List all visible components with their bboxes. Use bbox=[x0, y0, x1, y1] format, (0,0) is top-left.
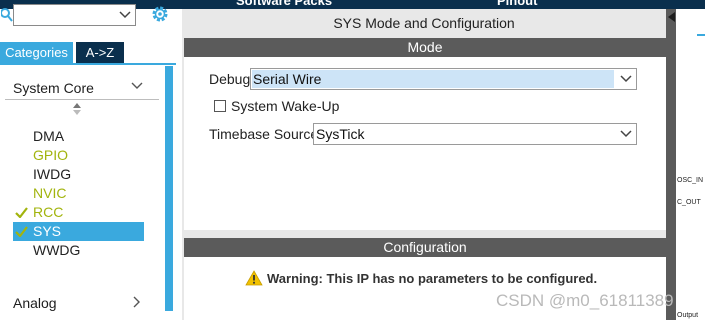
chevron-down-icon bbox=[131, 82, 143, 89]
pinout-view bbox=[676, 9, 705, 320]
category-header-analog[interactable]: Analog bbox=[0, 292, 163, 312]
timebase-label: Timebase Source bbox=[209, 126, 319, 142]
sidebar-item-label: IWDG bbox=[33, 166, 72, 182]
panel-splitter[interactable] bbox=[666, 9, 676, 320]
sidebar-item-label: SYS bbox=[33, 223, 62, 239]
sidebar-item-gpio[interactable]: GPIO bbox=[13, 146, 144, 165]
watermark: CSDN @m0_61811389 bbox=[496, 291, 674, 310]
search-input[interactable] bbox=[13, 4, 136, 26]
sidebar-item-label: RCC bbox=[33, 204, 64, 220]
chevron-down-icon[interactable] bbox=[619, 73, 633, 85]
system-wakeup-label: System Wake-Up bbox=[231, 98, 340, 114]
system-wakeup-checkbox[interactable] bbox=[214, 100, 226, 112]
checkmark-icon bbox=[15, 207, 28, 218]
debug-label: Debug bbox=[209, 71, 251, 87]
category-header-system-core[interactable]: System Core bbox=[0, 68, 163, 98]
tab-a-z[interactable]: A->Z bbox=[76, 42, 124, 63]
warning-message: Warning: This IP has no parameters to be… bbox=[267, 271, 598, 286]
sidebar-scrollbar[interactable] bbox=[165, 66, 173, 311]
tab-software-packs[interactable]: Software Packs bbox=[236, 0, 332, 8]
chevron-right-icon bbox=[133, 296, 140, 308]
category-label: Analog bbox=[13, 295, 57, 311]
debug-value: Serial Wire bbox=[253, 71, 322, 87]
category-label: System Core bbox=[13, 80, 94, 96]
sidebar-item-iwdg[interactable]: IWDG bbox=[13, 165, 144, 184]
search-icon bbox=[1, 8, 13, 22]
checkmark-icon bbox=[15, 226, 28, 237]
pin-label: C_OUT bbox=[677, 199, 701, 206]
pin-label: OSC_IN bbox=[677, 177, 704, 184]
sidebar-item-label: DMA bbox=[33, 128, 65, 144]
panel-title: SYS Mode and Configuration bbox=[333, 15, 515, 31]
sort-icon[interactable] bbox=[72, 102, 82, 116]
chevron-down-icon[interactable] bbox=[118, 8, 132, 22]
sidebar-item-label: GPIO bbox=[33, 147, 69, 163]
tabs-underline bbox=[0, 63, 176, 65]
pin-label: Output bbox=[677, 312, 699, 319]
sidebar-item-label: WWDG bbox=[33, 242, 81, 258]
collapse-arrow-icon[interactable] bbox=[668, 12, 675, 22]
sidebar-item-label: NVIC bbox=[33, 185, 67, 201]
sidebar-item-wwdg[interactable]: WWDG bbox=[13, 241, 144, 260]
sidebar-item-rcc[interactable]: RCC bbox=[13, 203, 144, 222]
debug-select[interactable]: Serial Wire bbox=[250, 68, 637, 90]
chevron-down-icon[interactable] bbox=[619, 128, 633, 140]
gear-icon[interactable] bbox=[150, 4, 170, 24]
sidebar-item-dma[interactable]: DMA bbox=[13, 127, 144, 146]
configuration-section-header: Configuration bbox=[184, 238, 666, 257]
divider bbox=[5, 99, 159, 100]
timebase-select[interactable]: SysTick bbox=[313, 123, 637, 145]
warning-icon bbox=[245, 270, 263, 286]
sidebar-item-nvic[interactable]: NVIC bbox=[13, 184, 144, 203]
mode-section-header: Mode bbox=[184, 38, 666, 57]
timebase-value: SysTick bbox=[316, 126, 365, 142]
sidebar-item-sys[interactable]: SYS bbox=[13, 222, 144, 241]
pinout-accent bbox=[697, 34, 705, 36]
tab-categories[interactable]: Categories bbox=[0, 42, 73, 63]
tab-pinout[interactable]: Pinout bbox=[497, 0, 537, 8]
